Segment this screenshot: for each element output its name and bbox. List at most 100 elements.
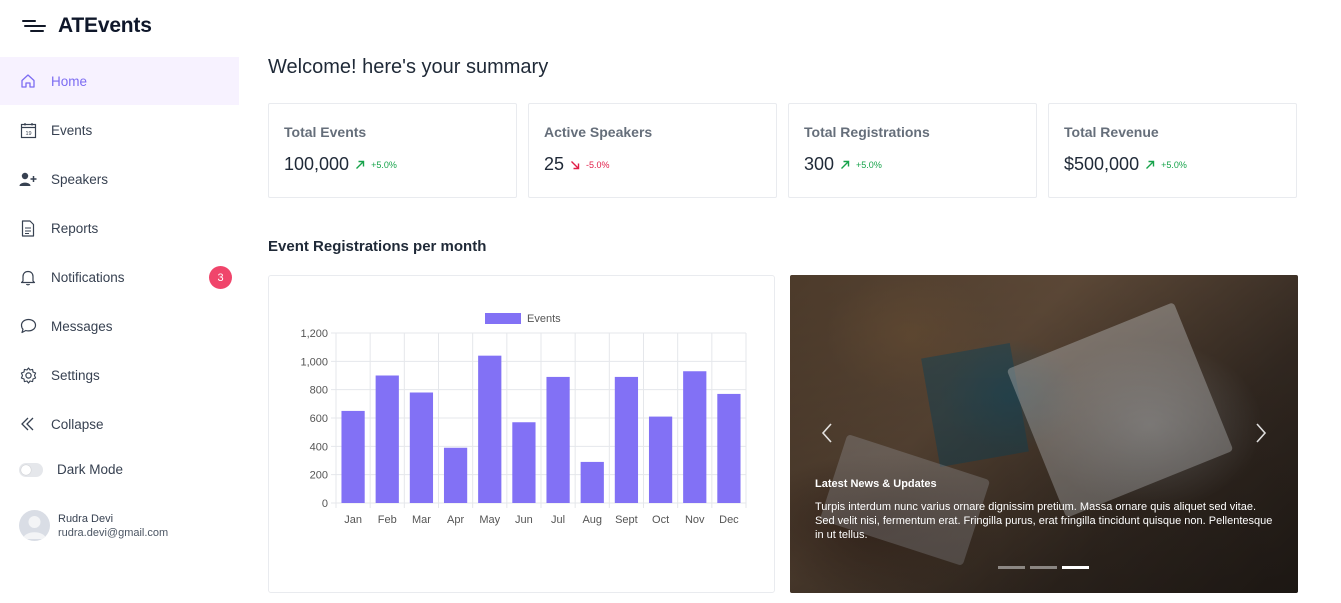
carousel-indicator-3[interactable] bbox=[1062, 566, 1089, 569]
y-tick-label: 800 bbox=[310, 385, 328, 397]
bar-oct bbox=[648, 416, 673, 503]
stat-card-value: $500,000 bbox=[1064, 154, 1140, 174]
carousel-indicator-2[interactable] bbox=[1030, 566, 1057, 569]
page-title: Welcome! here's your summary bbox=[268, 56, 549, 78]
carousel-indicator-1[interactable] bbox=[998, 566, 1025, 569]
gear-icon bbox=[19, 366, 37, 384]
registrations-bar-chart: 0 200 400 600 800 1,000 1,200 Jan Feb Mar Apr May Ju… bbox=[300, 313, 747, 526]
user-plus-icon bbox=[19, 170, 37, 188]
sidebar-item-collapse[interactable]: Collapse bbox=[0, 400, 239, 448]
stat-card-title: Active Speakers bbox=[544, 124, 653, 140]
bar-jun bbox=[512, 422, 536, 503]
y-tick-label: 200 bbox=[310, 470, 328, 482]
news-image-overlay bbox=[790, 275, 1298, 593]
stat-card-title: Total Registrations bbox=[804, 124, 930, 140]
x-tick-label: Nov bbox=[685, 514, 705, 526]
user-email: rudra.devi@gmail.com bbox=[58, 526, 169, 539]
registrations-chart-card: 0 200 400 600 800 1,000 1,200 Jan Feb Mar Apr May Ju… bbox=[268, 275, 775, 593]
chart-section-title: Event Registrations per month bbox=[268, 238, 487, 255]
sidebar-item-messages[interactable]: Messages bbox=[0, 302, 239, 350]
stat-card-change: -5.0% bbox=[586, 159, 610, 170]
stat-card-value: 300 bbox=[804, 154, 835, 174]
legend-swatch bbox=[485, 313, 521, 324]
avatar bbox=[19, 510, 50, 541]
bar-dec bbox=[717, 393, 741, 503]
x-tick-label: Jan bbox=[344, 514, 362, 526]
x-tick-label: Oct bbox=[652, 514, 669, 526]
bar-mar bbox=[409, 392, 434, 503]
stat-card-total-revenue: Total Revenue $500,000 +5.0% bbox=[1048, 103, 1297, 198]
sidebar-item-label: Reports bbox=[51, 220, 99, 236]
sidebar-item-label: Settings bbox=[51, 367, 100, 383]
y-tick-label: 0 bbox=[322, 498, 328, 510]
sidebar-item-reports[interactable]: Reports bbox=[0, 204, 239, 252]
bar-aug bbox=[580, 461, 604, 503]
news-body: Turpis interdum nunc varius ornare digni… bbox=[815, 501, 1273, 541]
brand: ATEvents bbox=[22, 12, 152, 40]
x-tick-label: Aug bbox=[582, 514, 602, 526]
sidebar-item-label: Speakers bbox=[51, 171, 109, 187]
bar-jan bbox=[341, 410, 365, 503]
calendar-day: 19 bbox=[25, 131, 31, 137]
sidebar-item-label: Events bbox=[51, 122, 93, 138]
carousel-next-chevron-icon[interactable] bbox=[1250, 421, 1270, 445]
bar-jul bbox=[546, 376, 570, 503]
chat-bubble-icon bbox=[19, 317, 37, 335]
news-title: Latest News & Updates bbox=[815, 478, 937, 490]
stat-card-value: 100,000 bbox=[284, 154, 350, 174]
x-tick-label: Sept bbox=[615, 514, 638, 526]
legend-label: Events bbox=[527, 313, 561, 325]
document-icon bbox=[19, 219, 37, 237]
stat-card-total-events: Total Events 100,000 +5.0% bbox=[268, 103, 517, 198]
stat-card-title: Total Revenue bbox=[1064, 124, 1159, 140]
x-tick-label: May bbox=[479, 514, 500, 526]
y-tick-label: 1,200 bbox=[300, 328, 328, 340]
sidebar-item-label: Home bbox=[51, 73, 88, 89]
menu-icon[interactable] bbox=[22, 17, 46, 35]
x-tick-label: Dec bbox=[719, 514, 739, 526]
dark-mode-toggle[interactable]: Dark Mode bbox=[19, 462, 123, 477]
x-tick-label: Mar bbox=[412, 514, 431, 526]
stat-card-active-speakers: Active Speakers 25 -5.0% bbox=[528, 103, 777, 198]
sidebar-item-home[interactable]: Home bbox=[0, 57, 239, 105]
calendar-icon: 19 bbox=[19, 121, 37, 139]
bar-apr bbox=[443, 447, 468, 503]
sidebar-item-events[interactable]: 19 Events bbox=[0, 106, 239, 154]
sidebar-item-settings[interactable]: Settings bbox=[0, 351, 239, 399]
stat-card-change: +5.0% bbox=[371, 159, 397, 170]
bar-nov bbox=[683, 371, 707, 503]
stat-card-change: +5.0% bbox=[1161, 159, 1187, 170]
x-tick-label: Feb bbox=[378, 514, 397, 526]
trend-up-icon bbox=[356, 160, 365, 169]
user-name: Rudra Devi bbox=[58, 512, 114, 525]
dark-mode-label: Dark Mode bbox=[57, 462, 124, 477]
home-icon bbox=[19, 72, 37, 90]
stat-card-value: 25 bbox=[544, 154, 565, 174]
trend-up-icon bbox=[841, 160, 850, 169]
bell-icon bbox=[19, 268, 37, 286]
bar-may bbox=[478, 355, 502, 503]
carousel-prev-chevron-icon[interactable] bbox=[818, 421, 838, 445]
sidebar-item-speakers[interactable]: Speakers bbox=[0, 155, 239, 203]
notification-count-badge: 3 bbox=[209, 266, 232, 289]
stat-card-total-registrations: Total Registrations 300 +5.0% bbox=[788, 103, 1037, 198]
x-tick-label: Jun bbox=[515, 514, 533, 526]
y-tick-label: 1,000 bbox=[300, 356, 328, 368]
sidebar-item-label: Collapse bbox=[51, 416, 104, 432]
stat-card-change: +5.0% bbox=[856, 159, 882, 170]
sidebar-item-notifications[interactable]: Notifications 3 bbox=[0, 253, 239, 301]
x-tick-label: Jul bbox=[551, 514, 565, 526]
trend-up-icon bbox=[1146, 160, 1155, 169]
news-carousel: Latest News & Updates Turpis interdum nu… bbox=[790, 275, 1298, 593]
carousel-indicators bbox=[998, 566, 1089, 569]
y-tick-label: 400 bbox=[310, 441, 328, 453]
user-profile[interactable]: Rudra Devi rudra.devi@gmail.com bbox=[19, 510, 168, 541]
dark-mode-switch[interactable] bbox=[19, 462, 43, 477]
bar-feb bbox=[375, 375, 399, 503]
sidebar-item-label: Messages bbox=[51, 318, 113, 334]
x-tick-label: Apr bbox=[447, 514, 464, 526]
sidebar: ATEvents Home 19 Events Speakers Reports… bbox=[0, 0, 239, 603]
double-chevron-left-icon bbox=[19, 415, 37, 433]
stat-card-title: Total Events bbox=[284, 124, 367, 140]
app-title: ATEvents bbox=[58, 14, 152, 37]
